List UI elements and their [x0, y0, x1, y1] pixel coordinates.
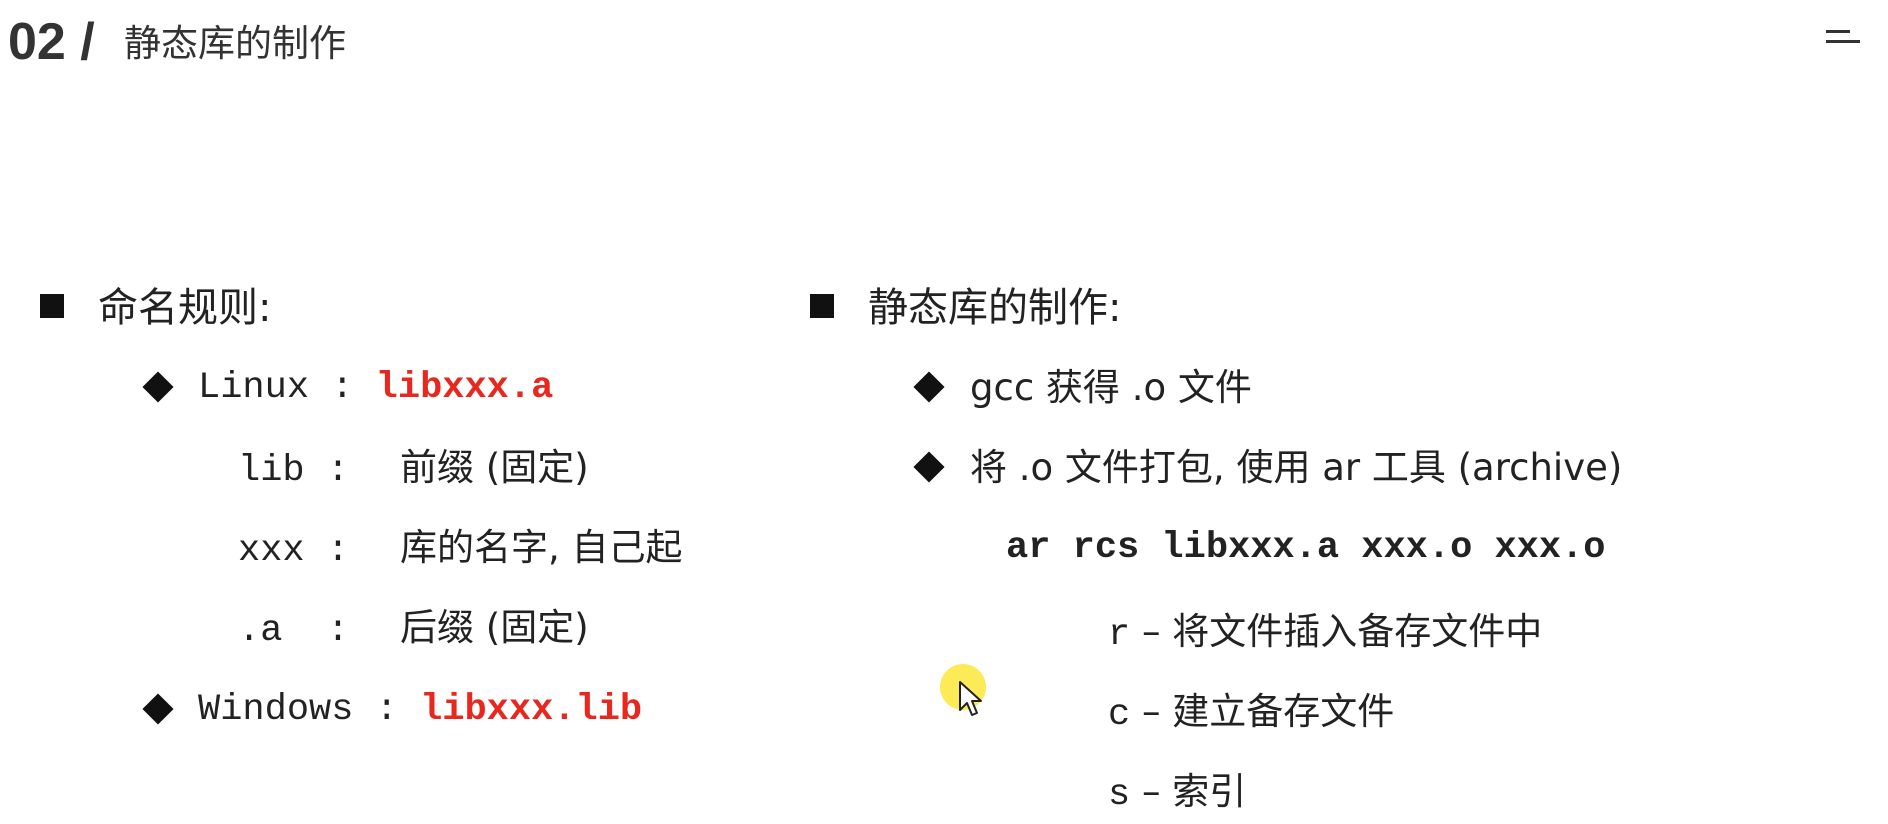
windows-lib-name: libxxx.lib: [420, 689, 643, 731]
windows-label: Windows :: [198, 689, 398, 731]
naming-rules-heading: 命名规则:: [98, 285, 272, 331]
a-desc: 后缀 (固定): [400, 606, 589, 649]
slide-title: 静态库的制作: [124, 22, 346, 65]
windows-row: Windows : libxxx.lib: [198, 684, 642, 736]
ar-pack-step: 将 .o 文件打包, 使用 ar 工具 (archive): [970, 446, 1623, 489]
option-s-flag: s: [1108, 774, 1131, 816]
menu-icon[interactable]: [1826, 24, 1860, 48]
ar-command: ar rcs libxxx.a xxx.o xxx.o: [1006, 527, 1606, 569]
lib-key: lib :: [238, 450, 350, 492]
option-s-row: s – 索引: [1108, 766, 1246, 821]
make-static-lib-heading: 静态库的制作:: [868, 285, 1122, 331]
xxx-name-row: xxx : 库的名字, 自己起: [238, 522, 683, 577]
gcc-step: gcc 获得 .o 文件: [970, 366, 1252, 409]
option-c-row: c – 建立备存文件: [1108, 686, 1394, 741]
option-r-flag: r: [1108, 614, 1131, 656]
mouse-cursor-icon: [959, 681, 982, 716]
diamond-bullet-icon: [913, 371, 945, 403]
option-s-desc: 索引: [1172, 770, 1247, 813]
option-r-row: r – 将文件插入备存文件中: [1108, 606, 1542, 661]
lib-prefix-row: lib : 前缀 (固定): [238, 442, 589, 497]
option-c-dash: –: [1141, 690, 1161, 733]
slide-number: 02 /: [8, 13, 95, 71]
option-r-desc: 将文件插入备存文件中: [1172, 610, 1543, 653]
diamond-bullet-icon: [913, 451, 945, 483]
lib-desc: 前缀 (固定): [400, 446, 589, 489]
diamond-bullet-icon: [142, 371, 174, 403]
linux-lib-name: libxxx.a: [375, 367, 554, 409]
diamond-bullet-icon: [142, 693, 174, 725]
a-key: .a :: [238, 610, 350, 652]
xxx-desc: 库的名字, 自己起: [400, 526, 683, 569]
square-bullet-icon: [40, 294, 64, 318]
xxx-key: xxx :: [238, 530, 350, 572]
option-c-flag: c: [1108, 694, 1131, 736]
square-bullet-icon: [810, 294, 834, 318]
a-suffix-row: .a : 后缀 (固定): [238, 602, 589, 657]
option-s-dash: –: [1141, 770, 1161, 813]
linux-row: Linux : libxxx.a: [198, 362, 553, 414]
option-c-desc: 建立备存文件: [1172, 690, 1395, 733]
linux-label: Linux :: [198, 367, 354, 409]
option-r-dash: –: [1141, 610, 1161, 653]
